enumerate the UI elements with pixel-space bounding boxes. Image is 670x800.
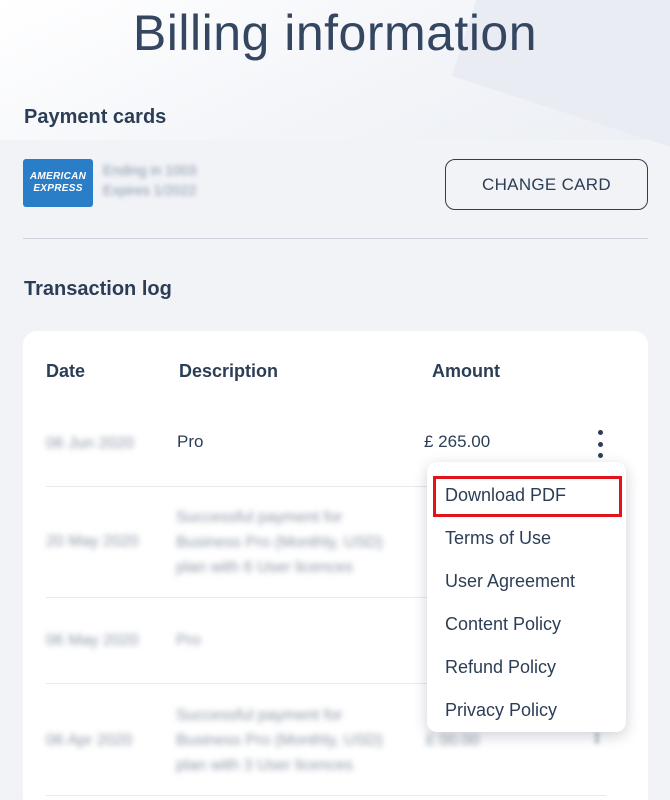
card-brand-line2: EXPRESS [33,183,83,194]
payment-cards-heading: Payment cards [24,106,167,128]
row3-date: 06 May 2020 [46,632,139,649]
more-vertical-icon[interactable] [595,733,605,747]
row4-date: 06 Apr 2020 [46,732,133,749]
more-vertical-icon[interactable] [592,430,608,458]
row1-amount: £ 265.00 [424,432,491,451]
column-header-amount: Amount [432,361,500,381]
column-header-description: Description [179,361,279,381]
row2-description-line1: Successful payment for [176,509,343,526]
menu-item-refund-policy[interactable]: Refund Policy [445,657,556,678]
section-divider [23,238,648,239]
card-details: Ending in 1003 Expires 1/2022 [103,160,196,200]
card-ending: Ending in 1003 [103,162,197,178]
menu-item-privacy-policy[interactable]: Privacy Policy [445,700,557,721]
row2-description: Successful payment for Business Pro (Mon… [176,505,383,580]
row2-description-line2: Business Pro (Monthly, USD) [176,534,383,551]
card-brand-line1: AMERICAN [29,171,87,182]
row2-description-line3: plan with 6 User licences [176,559,353,576]
transaction-log-heading: Transaction log [24,278,172,300]
menu-item-user-agreement[interactable]: User Agreement [445,571,575,592]
row4-description-line1: Successful payment for [176,707,343,724]
row3-description: Pro [176,632,201,649]
page-title: Billing information [132,5,538,61]
row-separator [46,795,606,796]
card-expiry: Expires 1/2022 [103,182,197,198]
row1-date: 06 Jun 2020 [46,435,135,452]
row4-description: Successful payment for Business Pro (Mon… [176,703,383,778]
row2-date: 20 May 2020 [46,533,139,550]
amex-card-logo: AMERICAN EXPRESS [23,159,93,207]
row4-description-line3: plan with 3 User licences [176,757,353,774]
change-card-button[interactable]: CHANGE CARD [445,159,648,210]
row4-description-line2: Business Pro (Monthly, USD) [176,732,383,749]
menu-item-terms-of-use[interactable]: Terms of Use [445,528,551,549]
menu-item-content-policy[interactable]: Content Policy [445,614,561,635]
column-header-date: Date [46,361,86,381]
row1-description: Pro [177,432,204,451]
download-pdf-highlight [433,476,622,517]
